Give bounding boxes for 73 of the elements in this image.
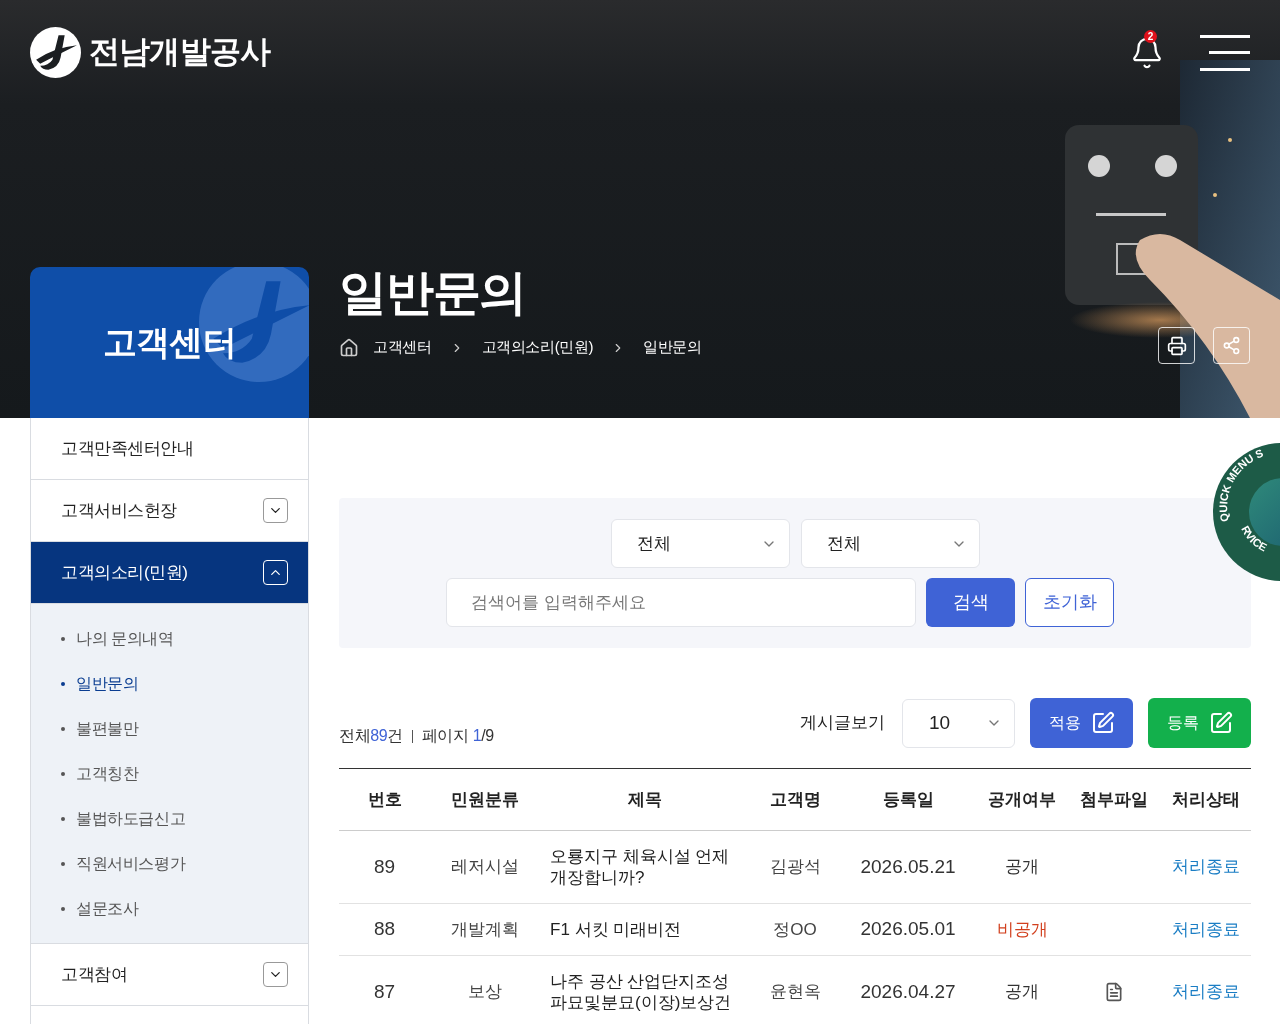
logo-icon	[30, 27, 81, 78]
bullet-icon	[61, 681, 65, 686]
column-header: 제목	[627, 788, 663, 811]
post-title-link[interactable]: 나주 공산 산업단지조성 파묘및분묘(이장)보상건	[540, 971, 750, 1013]
table-cell-text: 2026.05.21	[859, 854, 957, 879]
edit-icon	[1208, 711, 1233, 735]
total-count: 전체89건	[339, 726, 403, 746]
table-cell-text: 공개	[1004, 981, 1040, 1004]
submenu-link[interactable]: 나의 문의내역	[61, 616, 308, 661]
sidebar-item[interactable]: 고객의소리(민원)	[31, 542, 308, 604]
reset-button[interactable]: 초기화	[1025, 578, 1114, 627]
apply-button[interactable]: 적용	[1030, 698, 1133, 748]
menu-button[interactable]	[1200, 34, 1250, 71]
notification-button[interactable]: 2	[1130, 32, 1166, 73]
table-cell-text: 89	[372, 854, 397, 879]
status-cell-text: 처리종료	[1170, 856, 1241, 879]
bullet-icon	[61, 816, 65, 821]
home-icon	[339, 337, 359, 358]
chevron-up-icon	[263, 560, 288, 585]
column-header: 등록일	[881, 788, 935, 811]
submenu-link[interactable]: 일반문의	[61, 661, 308, 706]
page-size-select[interactable]: 10	[902, 698, 1015, 748]
table-cell-text: 보상	[467, 981, 503, 1004]
submenu-link[interactable]: 직원서비스평가	[61, 841, 308, 886]
page-indicator: 페이지 1/9	[421, 726, 494, 746]
post-title-link[interactable]: F1 서킷 미래비전	[540, 919, 750, 940]
section-title: 고객센터	[103, 322, 236, 363]
post-title-link[interactable]: 오룡지구 체육시설 언제 개장합니까?	[540, 846, 750, 888]
table-cell-text: 비공개	[995, 918, 1049, 941]
file-icon[interactable]	[1104, 982, 1124, 1002]
column-header: 민원분류	[450, 788, 520, 811]
table-cell-text: 김광석	[768, 856, 822, 879]
submenu-link[interactable]: 설문조사	[61, 886, 308, 931]
chevron-down-icon	[263, 962, 288, 987]
logo-text: 전남개발공사	[89, 33, 271, 72]
table-cell-text: 윤현옥	[768, 981, 822, 1004]
table-cell-text: 2026.04.27	[859, 979, 957, 1004]
bullet-icon	[61, 726, 65, 731]
breadcrumb-link[interactable]: 고객센터	[373, 336, 432, 359]
search-field[interactable]: 검색어를 입력해주세요	[446, 578, 916, 627]
filter-select[interactable]: 전체	[800, 519, 980, 568]
breadcrumb-link[interactable]: 일반문의	[643, 336, 702, 359]
column-header: 처리상태	[1170, 788, 1241, 811]
column-header: 고객명	[768, 788, 822, 811]
chevron-down-icon	[263, 498, 288, 523]
printer-icon	[1166, 335, 1187, 356]
table-cell-text: 개발계획	[450, 918, 520, 941]
bullet-icon	[61, 771, 65, 776]
bullet-icon	[61, 861, 65, 866]
submenu-link[interactable]: 고객칭찬	[61, 751, 308, 796]
status-cell-text: 처리종료	[1170, 918, 1241, 941]
table-cell-text: 87	[372, 979, 397, 1004]
filter-select[interactable]: 전체	[610, 519, 790, 568]
bullet-icon	[61, 636, 65, 641]
page-title: 일반문의	[339, 265, 528, 321]
submenu-link[interactable]: 불편불만	[61, 706, 308, 751]
table-cell-text: 2026.05.01	[859, 917, 957, 942]
page-size-label: 게시글보기	[800, 712, 885, 735]
table-cell-text: 88	[372, 917, 397, 942]
breadcrumb-link[interactable]: 고객의소리(민원)	[481, 336, 594, 359]
table-cell-text: 공개	[1004, 856, 1040, 879]
column-header: 첨부파일	[1079, 788, 1149, 811]
submenu-link[interactable]: 불법하도급신고	[61, 796, 308, 841]
column-header: 공개여부	[987, 788, 1057, 811]
search-button[interactable]: 검색	[926, 578, 1015, 627]
edit-icon	[1090, 711, 1115, 735]
table-cell-text: 레저시설	[450, 856, 520, 879]
share-icon	[1222, 336, 1241, 355]
bullet-icon	[61, 906, 65, 911]
print-button[interactable]	[1158, 327, 1195, 364]
status-cell-text: 처리종료	[1170, 981, 1241, 1004]
table-cell-text: 정OO	[772, 918, 818, 941]
column-header: 번호	[366, 788, 403, 811]
